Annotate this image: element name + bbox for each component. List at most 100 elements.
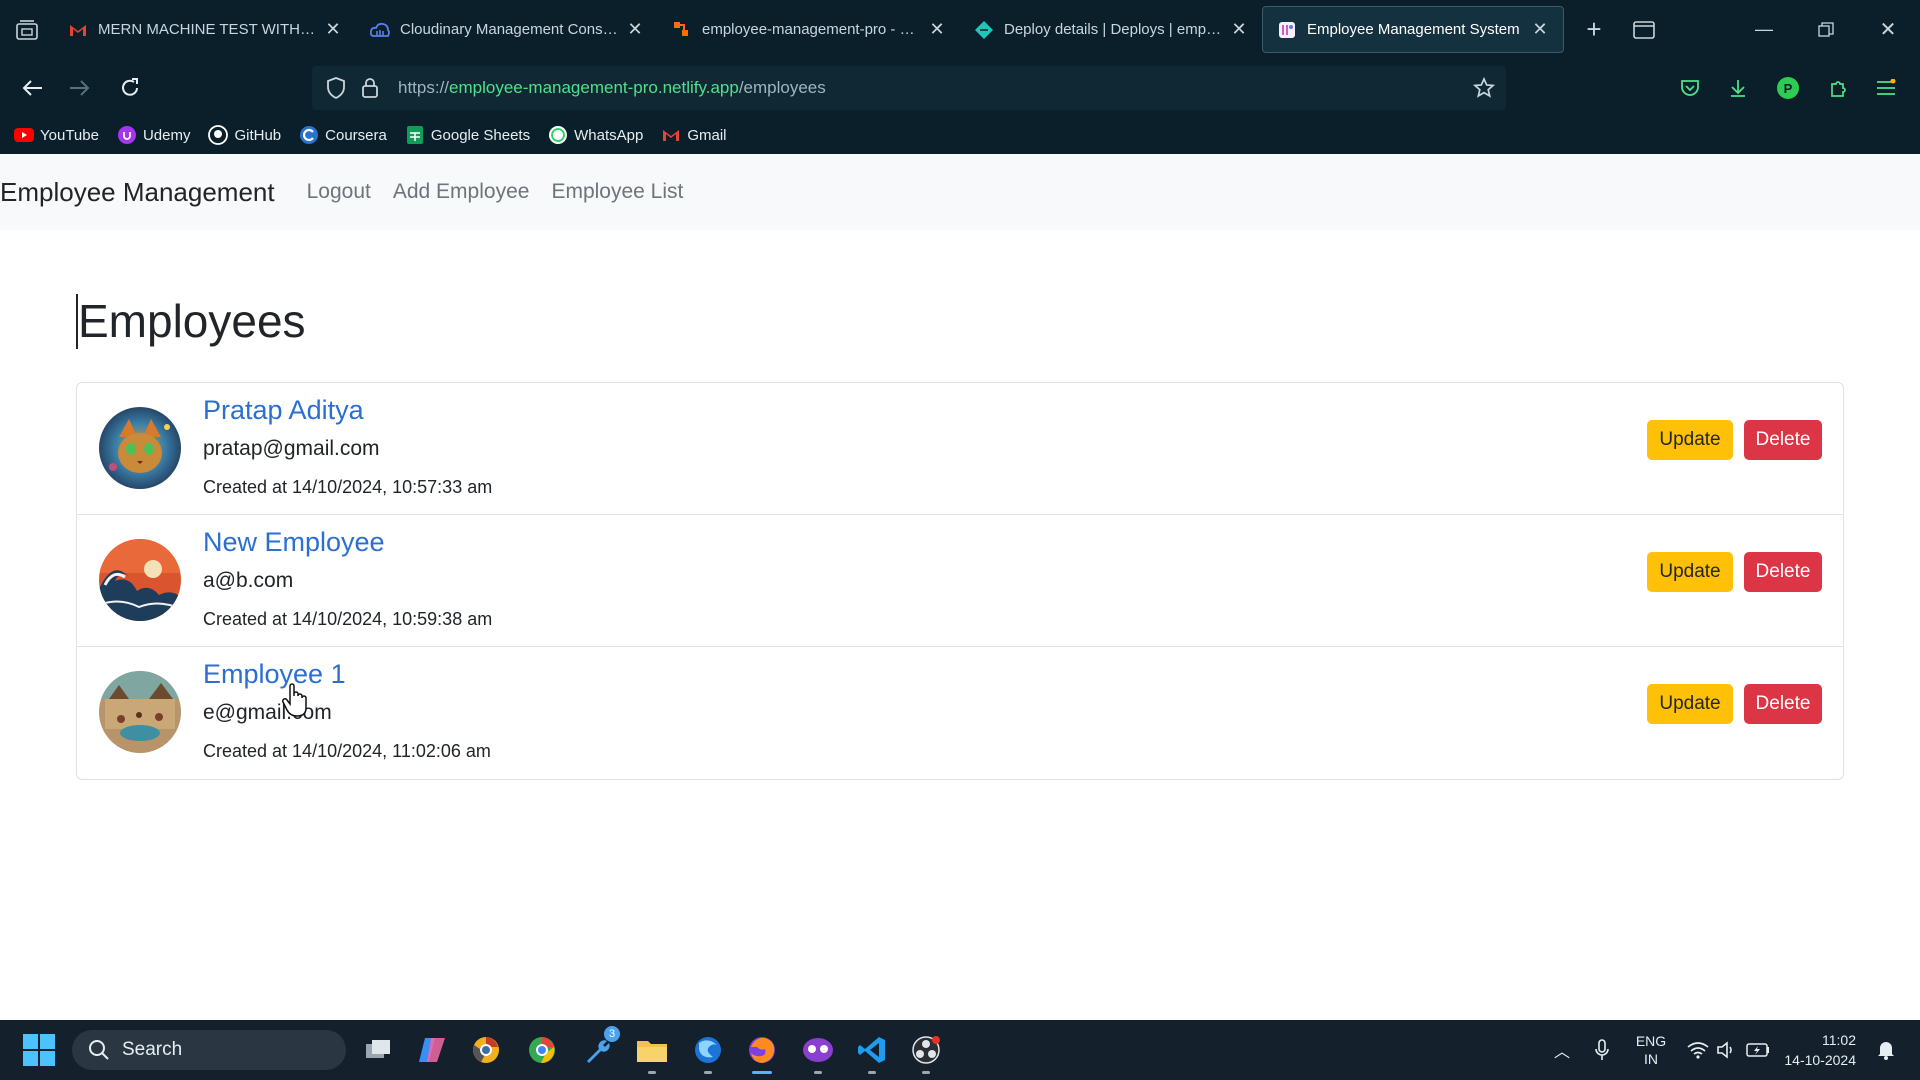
employee-created-at: Created at 14/10/2024, 10:59:38 am <box>203 609 493 629</box>
firefox-app[interactable] <box>742 1030 782 1074</box>
task-view-button[interactable] <box>358 1030 398 1070</box>
update-button[interactable]: Update <box>1647 684 1733 724</box>
pocket-button[interactable] <box>1670 68 1710 108</box>
close-icon[interactable]: ✕ <box>1230 19 1248 40</box>
menu-button[interactable] <box>1866 68 1906 108</box>
update-button[interactable]: Update <box>1647 420 1733 460</box>
show-hidden-icons-button[interactable]: ︿ <box>1548 1020 1576 1080</box>
lock-icon[interactable] <box>356 74 384 102</box>
wifi-button[interactable] <box>1682 1020 1714 1080</box>
restore-button[interactable] <box>1796 0 1856 59</box>
minimize-button[interactable]: — <box>1734 0 1794 59</box>
bookmark-udemy[interactable]: Udemy <box>117 125 191 145</box>
bookmark-star-icon[interactable] <box>1470 74 1498 102</box>
running-indicator <box>814 1071 822 1074</box>
close-icon[interactable]: ✕ <box>928 19 946 40</box>
avatar <box>99 407 181 489</box>
clock-date: 14-10-2024 <box>1784 1052 1856 1068</box>
chrome-dev-icon <box>473 1037 499 1063</box>
taskbar-search[interactable]: Search <box>72 1030 346 1070</box>
tab-employee-management[interactable]: Employee Management System ✕ <box>1262 6 1564 53</box>
close-window-button[interactable]: ✕ <box>1858 0 1918 59</box>
delete-button[interactable]: Delete <box>1744 420 1822 460</box>
microphone-button[interactable] <box>1588 1020 1616 1080</box>
tab-render[interactable]: employee-management-pro - Rep ✕ <box>658 6 960 53</box>
forward-button[interactable] <box>60 68 100 108</box>
obs-icon <box>912 1036 940 1064</box>
brand-link[interactable]: Employee Management <box>0 177 275 208</box>
tab-title: Employee Management System <box>1307 21 1520 38</box>
bookmarks-toolbar: YouTube Udemy GitHub Coursera Google She… <box>0 120 1920 150</box>
tab-title: employee-management-pro - Rep <box>702 21 920 38</box>
volume-button[interactable] <box>1714 1020 1740 1080</box>
notification-badge: 3 <box>604 1026 620 1042</box>
vscode-app[interactable] <box>852 1030 892 1074</box>
tab-bar: MERN MACHINE TEST WITH REFE ✕ Cloudinary… <box>0 0 1920 59</box>
url-text[interactable]: https://employee-management-pro.netlify.… <box>398 78 826 98</box>
delete-button[interactable]: Delete <box>1744 552 1822 592</box>
react-icon <box>1277 20 1297 40</box>
address-bar[interactable]: https://employee-management-pro.netlify.… <box>312 66 1506 110</box>
avatar <box>99 671 181 753</box>
close-icon[interactable]: ✕ <box>626 19 644 40</box>
nav-logout[interactable]: Logout <box>307 180 371 204</box>
close-icon[interactable]: ✕ <box>324 19 342 40</box>
speaker-icon <box>1717 1041 1732 1059</box>
firefox-view-button[interactable] <box>1624 10 1664 50</box>
pocket-icon <box>1681 80 1699 96</box>
render-icon <box>672 20 692 40</box>
employee-name-link[interactable]: New Employee <box>203 527 385 558</box>
tool-app[interactable]: 3 <box>578 1026 620 1070</box>
tab-list-button[interactable] <box>0 0 54 59</box>
reload-button[interactable] <box>110 68 150 108</box>
tab-title: MERN MACHINE TEST WITH REFE <box>98 21 316 38</box>
employee-created-at: Created at 14/10/2024, 11:02:06 am <box>203 741 491 761</box>
tab-cloudinary[interactable]: Cloudinary Management Console ✕ <box>356 6 658 53</box>
tab-netlify[interactable]: Deploy details | Deploys | employ ✕ <box>960 6 1262 53</box>
obs-app[interactable] <box>906 1030 946 1074</box>
chrome-icon <box>529 1037 555 1064</box>
chrome-app[interactable] <box>522 1030 562 1070</box>
bookmark-coursera[interactable]: Coursera <box>299 125 387 145</box>
downloads-button[interactable] <box>1718 68 1758 108</box>
profile-button[interactable]: P <box>1768 68 1808 108</box>
nav-add-employee[interactable]: Add Employee <box>393 180 530 204</box>
udemy-icon <box>117 125 137 145</box>
employee-email: e@gmail.com <box>203 701 332 724</box>
taskbar: Search 3 ︿ ENG IN 11:02 14-10-2024 <box>0 1020 1920 1080</box>
chrome-dev-app[interactable] <box>466 1030 506 1070</box>
firefox-dev-icon <box>695 1037 721 1063</box>
bookmark-github[interactable]: GitHub <box>208 125 281 145</box>
employee-name-link[interactable]: Employee 1 <box>203 659 346 690</box>
tab-gmail[interactable]: MERN MACHINE TEST WITH REFE ✕ <box>54 6 356 53</box>
employee-email: a@b.com <box>203 569 294 592</box>
employee-name-link[interactable]: Pratap Aditya <box>203 395 364 426</box>
url-scheme: https:// <box>398 78 450 97</box>
bookmark-gmail[interactable]: Gmail <box>661 125 726 145</box>
windows-start-icon[interactable] <box>22 1033 56 1067</box>
bookmark-whatsapp[interactable]: WhatsApp <box>548 125 643 145</box>
close-icon[interactable]: ✕ <box>1531 19 1549 40</box>
bookmark-google-sheets[interactable]: Google Sheets <box>405 125 530 145</box>
language-indicator[interactable]: ENG IN <box>1626 1020 1676 1080</box>
file-explorer-app[interactable] <box>632 1030 672 1074</box>
bookmark-youtube[interactable]: YouTube <box>14 125 99 145</box>
app-navbar: Employee Management Logout Add Employee … <box>0 154 1920 230</box>
shield-icon[interactable] <box>322 74 350 102</box>
new-tab-button[interactable]: + <box>1574 10 1614 50</box>
update-button[interactable]: Update <box>1647 552 1733 592</box>
extensions-button[interactable] <box>1818 68 1858 108</box>
nav-employee-list[interactable]: Employee List <box>551 180 683 204</box>
language-region: IN <box>1644 1051 1658 1067</box>
search-icon <box>89 1040 109 1060</box>
delete-button[interactable]: Delete <box>1744 684 1822 724</box>
notifications-button[interactable] <box>1870 1020 1902 1080</box>
media-app[interactable] <box>798 1030 838 1074</box>
battery-button[interactable] <box>1742 1020 1774 1080</box>
firefox-dev-app[interactable] <box>688 1030 728 1074</box>
clock[interactable]: 11:02 14-10-2024 <box>1782 1020 1856 1080</box>
bookmark-label: Udemy <box>142 126 191 144</box>
copilot-app[interactable] <box>412 1030 452 1070</box>
puzzle-icon <box>1831 81 1846 97</box>
back-button[interactable] <box>12 68 52 108</box>
